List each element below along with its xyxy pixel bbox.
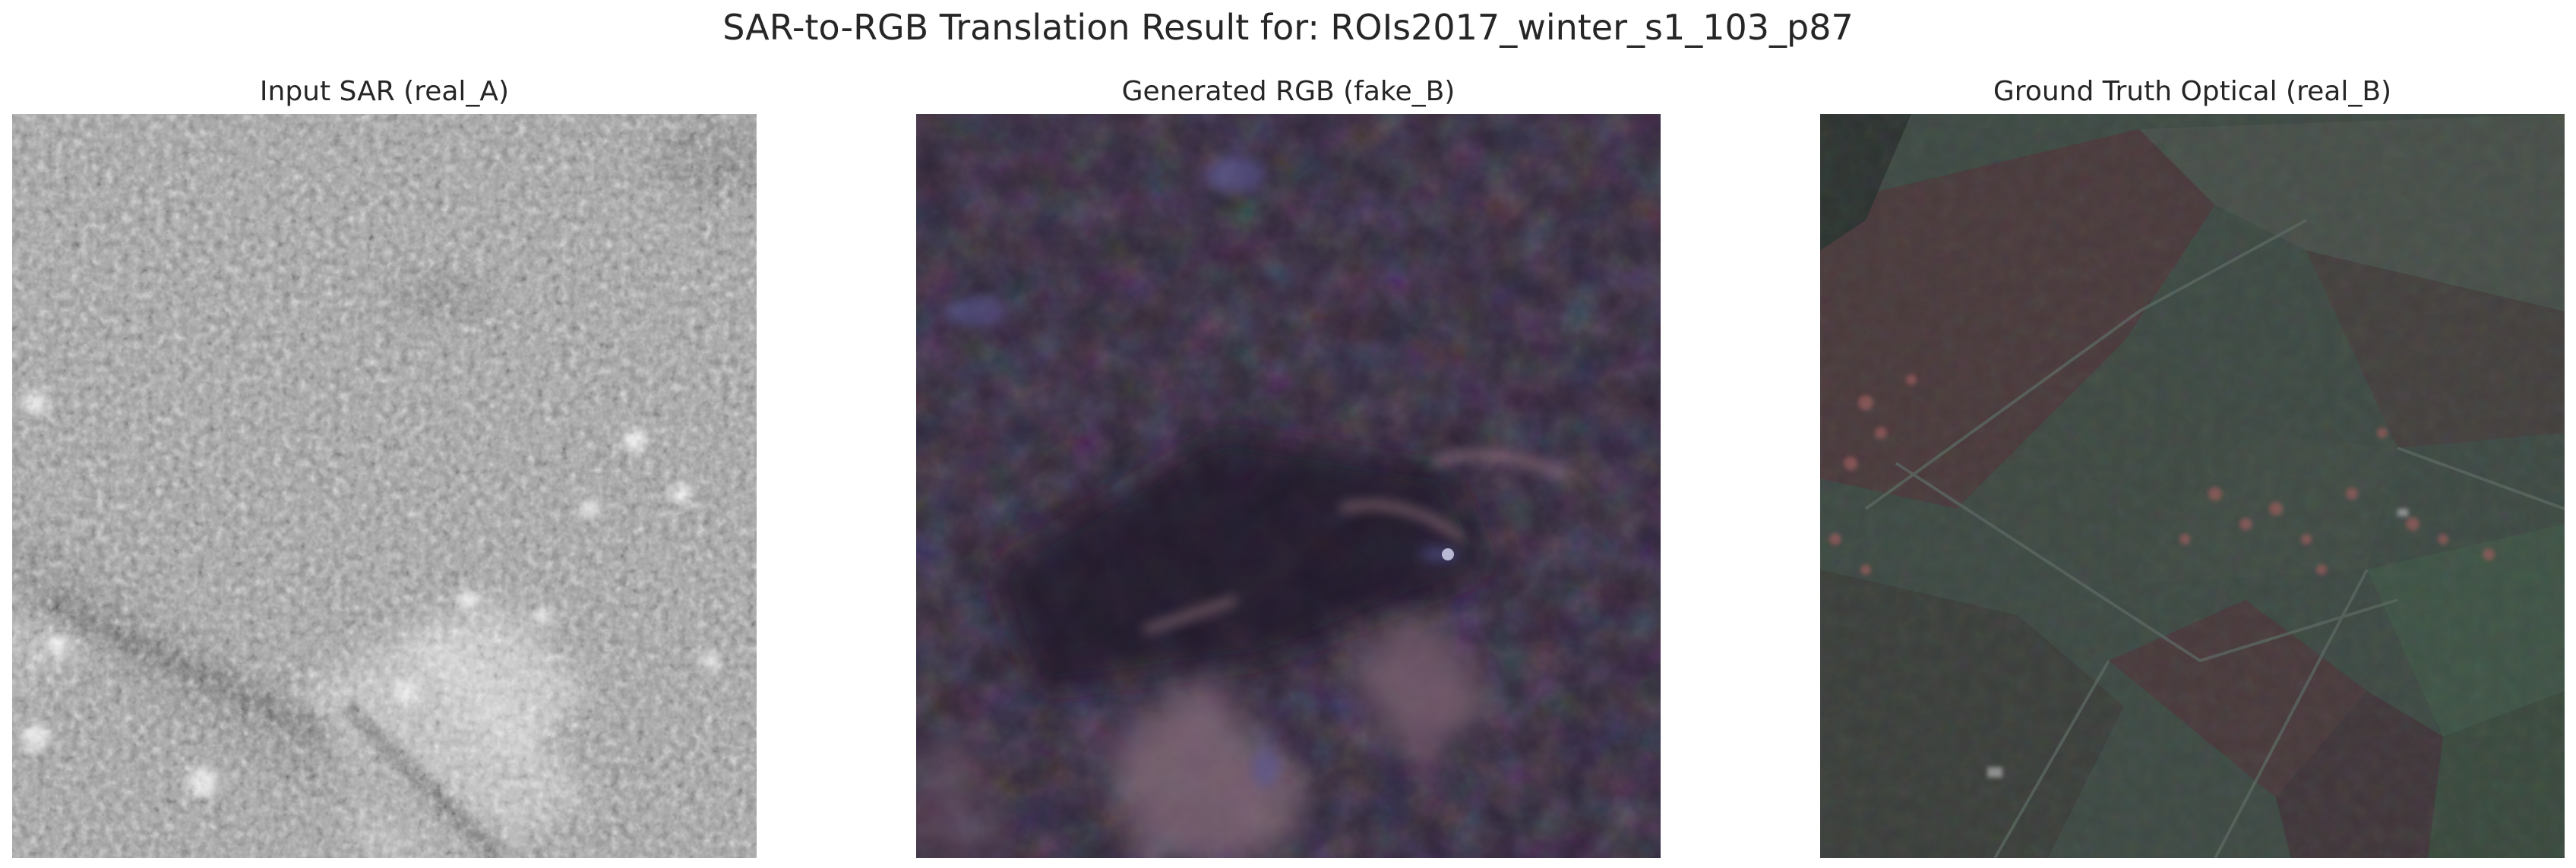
- panel-generated-rgb: Generated RGB (fake_B): [916, 70, 1661, 858]
- sar-image: [12, 114, 757, 858]
- panel-input-sar: Input SAR (real_A): [12, 70, 757, 858]
- panel-title-ground-truth: Ground Truth Optical (real_B): [1993, 76, 2392, 107]
- panel-ground-truth-optical: Ground Truth Optical (real_B): [1820, 70, 2565, 858]
- panel-title-generated-rgb: Generated RGB (fake_B): [1121, 76, 1456, 107]
- figure-title: SAR-to-RGB Translation Result for: ROIs2…: [722, 7, 1854, 48]
- ground-truth-image: [1820, 114, 2565, 858]
- panel-title-input-sar: Input SAR (real_A): [259, 76, 510, 107]
- generated-rgb-image: [916, 114, 1661, 858]
